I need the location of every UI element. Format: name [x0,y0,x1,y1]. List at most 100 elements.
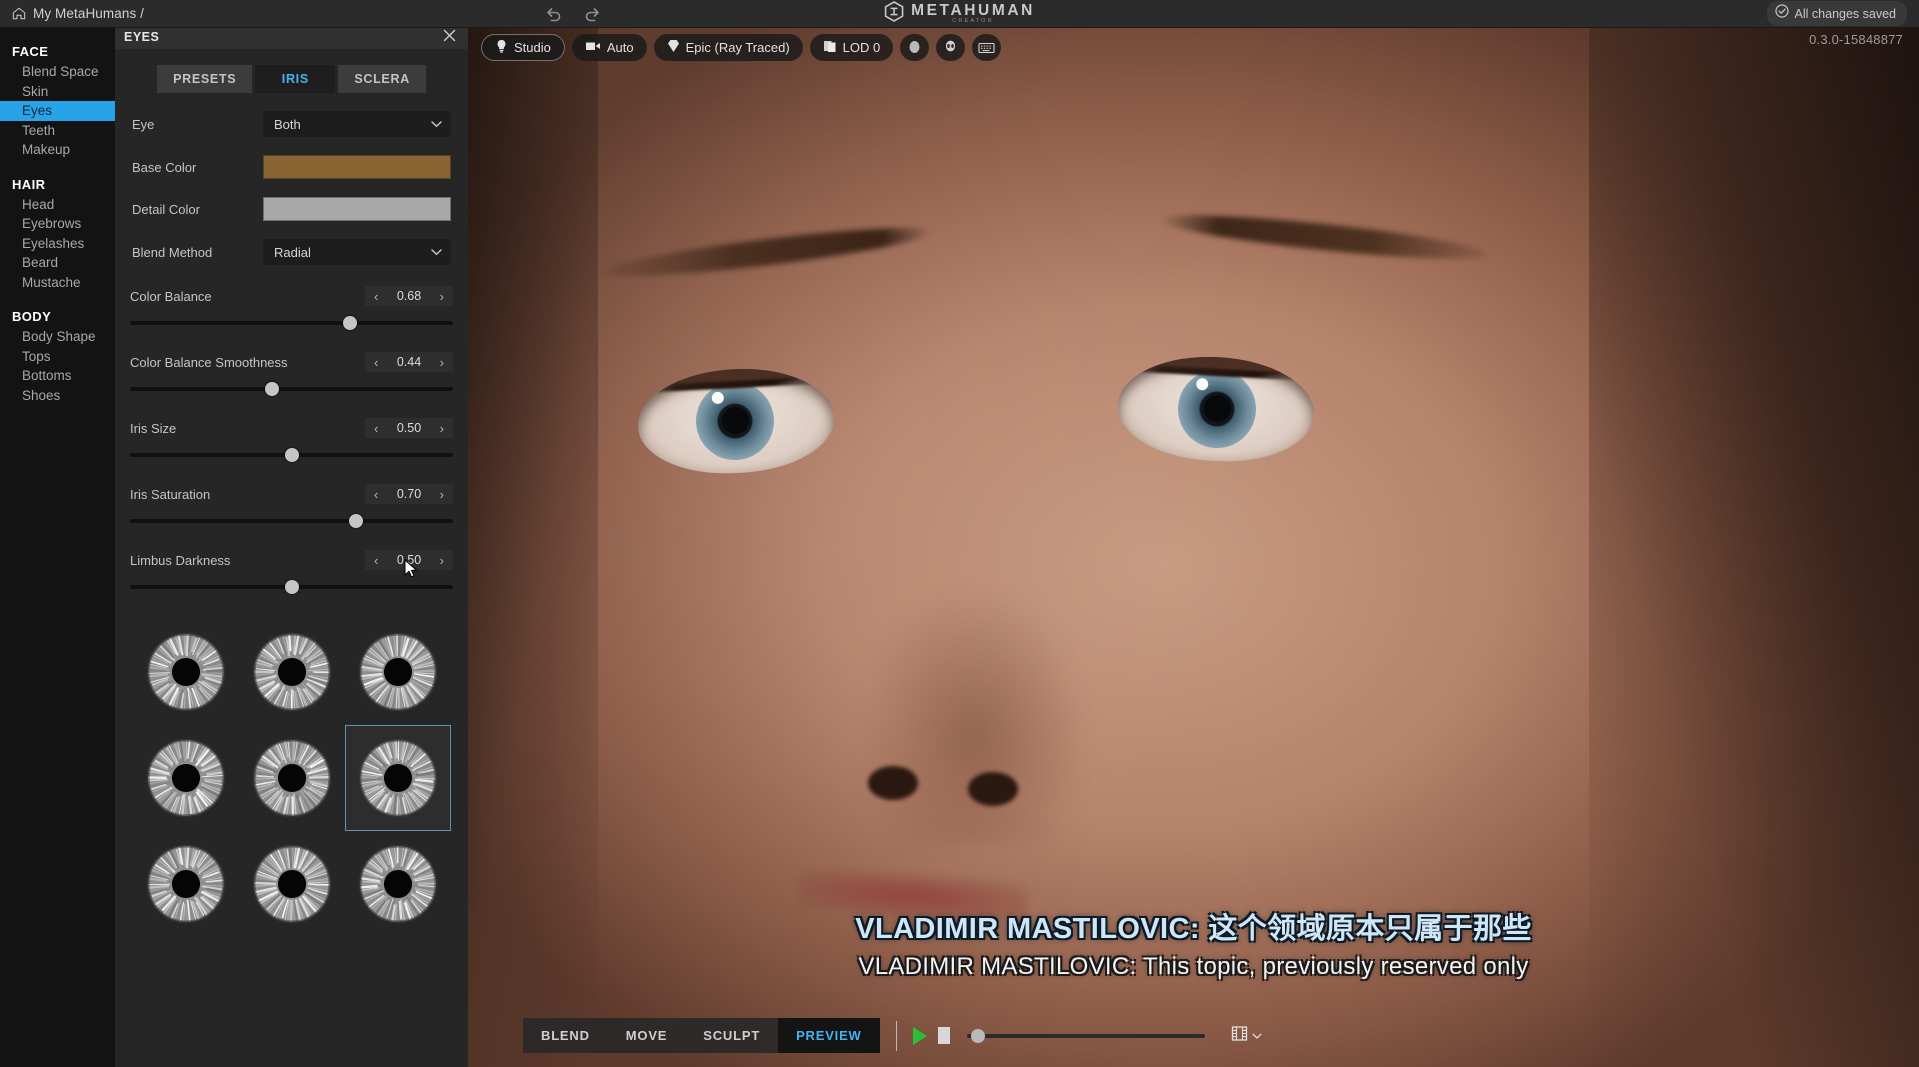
slider-color-balance-smoothness: Color Balance Smoothness ‹ 0.44 › [115,352,468,397]
chevron-left-icon[interactable]: ‹ [368,290,384,303]
toolbar-divider [895,1020,897,1051]
chevron-right-icon[interactable]: › [434,422,450,435]
layers-icon [823,40,837,56]
dropdown-value: Radial [274,244,311,260]
blend-method-dropdown[interactable]: Radial [263,239,451,265]
color-balance-smoothness-track-area[interactable] [130,381,453,397]
iris-size-stepper[interactable]: ‹ 0.50 › [365,418,453,438]
chevron-left-icon[interactable]: ‹ [368,356,384,369]
iris-thumbnail-6[interactable] [344,725,451,831]
stop-icon[interactable] [937,1027,950,1044]
chevron-right-icon[interactable]: › [434,554,450,567]
sidebar-item-eyes[interactable]: Eyes [0,101,115,121]
mode-move[interactable]: MOVE [608,1018,685,1053]
limbus-darkness-track-area[interactable] [130,579,453,595]
tab-sclera[interactable]: SCLERA [338,65,426,93]
scrubber-handle[interactable] [971,1028,986,1043]
panel-tabs: PRESETS IRIS SCLERA [115,65,468,93]
timeline-scrubber[interactable] [966,1028,1205,1044]
iris-thumbnail-8[interactable] [239,831,345,937]
mode-sculpt[interactable]: SCULPT [685,1018,778,1053]
slider-handle[interactable] [284,580,299,594]
close-icon[interactable] [443,29,456,45]
iris-thumbnail-2[interactable] [239,619,345,725]
sidebar-item-head[interactable]: Head [0,195,115,215]
viewport-pill-studio[interactable]: Studio [481,34,565,61]
metahuman-face-render [468,24,1919,1067]
play-icon[interactable] [912,1026,927,1045]
viewport-pill-auto[interactable]: Auto [571,34,647,61]
slider-handle[interactable] [284,448,299,462]
stepper-value: 0.50 [396,421,422,435]
iris-thumbnail-9[interactable] [345,831,451,937]
tab-iris[interactable]: IRIS [255,65,336,93]
color-balance-smoothness-stepper[interactable]: ‹ 0.44 › [365,352,453,372]
viewport-pill-epic-ray-traced[interactable]: Epic (Ray Traced) [653,34,803,61]
eyebrow-left [602,218,934,286]
head-silhouette-icon[interactable] [900,34,930,61]
panel-sliders: Color Balance ‹ 0.68 › Color Balance Smoothn… [115,286,468,595]
undo-icon[interactable] [544,5,562,23]
chevron-left-icon[interactable]: ‹ [368,422,384,435]
chevron-right-icon[interactable]: › [434,356,450,369]
home-icon [12,7,26,20]
base-color-swatch[interactable] [263,155,451,179]
viewport-pill-lod-0[interactable]: LOD 0 [809,34,894,61]
chevron-left-icon[interactable]: ‹ [368,488,384,501]
sidebar-item-eyelashes[interactable]: Eyelashes [0,234,115,254]
iris-saturation-stepper[interactable]: ‹ 0.70 › [365,484,453,504]
sidebar-group-title-face: FACE [12,44,49,59]
viewport-toolbar: Studio Auto Epic (Ray Traced) LOD 0 [481,34,1002,61]
slider-header: Color Balance ‹ 0.68 › [130,286,453,306]
chevron-right-icon[interactable]: › [434,290,450,303]
metahuman-hex-icon [884,0,903,27]
3d-viewport[interactable]: Studio Auto Epic (Ray Traced) LOD 0 0.3.0-1… [468,24,1919,1067]
slider-track [130,321,453,325]
slider-handle[interactable] [342,316,357,330]
detail-color-swatch[interactable] [263,197,451,221]
sidebar-item-skin[interactable]: Skin [0,82,115,102]
eye-dropdown[interactable]: Both [263,111,451,137]
tab-presets[interactable]: PRESETS [157,65,253,93]
mode-preview[interactable]: PREVIEW [778,1018,880,1053]
iris-thumbnail-7[interactable] [133,831,239,937]
chevron-right-icon[interactable]: › [434,488,450,501]
sidebar-item-eyebrows[interactable]: Eyebrows [0,214,115,234]
color-balance-track-area[interactable] [130,315,453,331]
redo-icon[interactable] [584,5,602,23]
iris-thumbnail-3[interactable] [345,619,451,725]
iris-thumbnail-4[interactable] [133,725,239,831]
slider-handle[interactable] [265,382,280,396]
body-silhouette-icon[interactable] [936,34,966,61]
color-balance-stepper[interactable]: ‹ 0.68 › [365,286,453,306]
filmstrip-selector[interactable] [1230,1024,1262,1048]
slider-handle[interactable] [349,514,364,528]
sidebar-item-teeth[interactable]: Teeth [0,121,115,141]
sidebar-item-tops[interactable]: Tops [0,347,115,367]
sidebar-item-makeup[interactable]: Makeup [0,140,115,160]
iris-thumbnail-1[interactable] [133,619,239,725]
sidebar-item-beard[interactable]: Beard [0,253,115,273]
iris-thumbnail-5[interactable] [239,725,345,831]
sidebar-item-bottoms[interactable]: Bottoms [0,366,115,386]
iris-thumbnail-grid [115,619,468,937]
chevron-down-icon [1251,1027,1262,1045]
iris-texture [252,632,331,712]
breadcrumb[interactable]: My MetaHumans / [0,6,144,21]
sidebar-item-mustache[interactable]: Mustache [0,273,115,293]
keyboard-icon[interactable] [972,34,1002,61]
hair-left [468,24,598,1067]
sidebar-item-blend-space[interactable]: Blend Space [0,62,115,82]
iris-texture [146,632,225,712]
iris-saturation-track-area[interactable] [130,513,453,529]
field-row-blend-method: Blend Method Radial [115,239,468,265]
sidebar-item-shoes[interactable]: Shoes [0,386,115,406]
iris-size-track-area[interactable] [130,447,453,463]
mode-blend[interactable]: BLEND [523,1018,608,1053]
chevron-left-icon[interactable]: ‹ [368,554,384,567]
iris-texture [252,844,331,924]
sidebar-item-body-shape[interactable]: Body Shape [0,327,115,347]
sidebar-group-title-hair: HAIR [12,176,46,192]
field-row-eye: Eye Both [115,111,468,137]
